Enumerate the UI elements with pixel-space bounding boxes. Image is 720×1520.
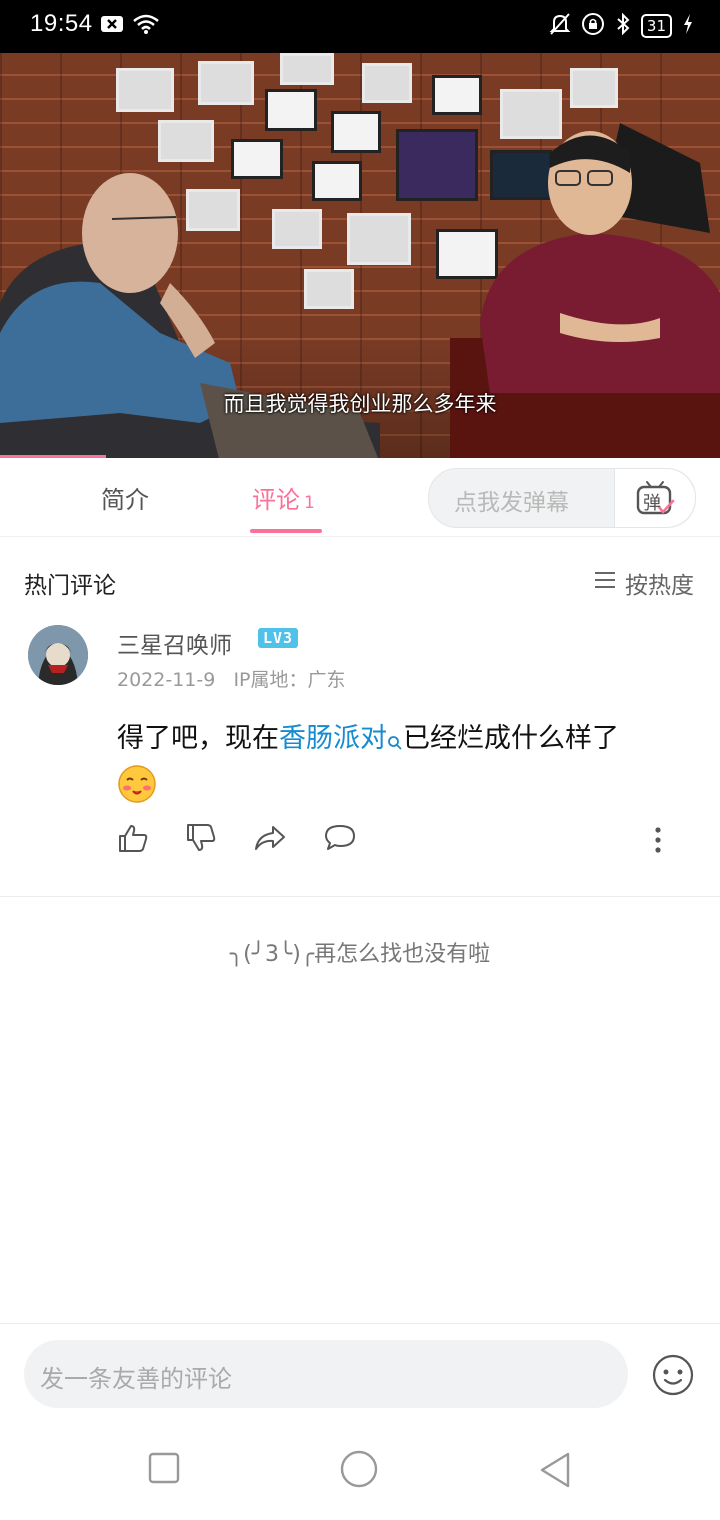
dislike-icon[interactable]: [185, 822, 217, 858]
video-subtitle: 而且我觉得我创业那么多年来: [223, 392, 497, 416]
avatar[interactable]: [28, 625, 88, 685]
comment-text-before: 得了吧，现在: [117, 723, 279, 754]
x-notification-icon: [100, 15, 124, 37]
status-time: 19:54: [30, 10, 93, 37]
system-navigation-bar: [0, 1424, 720, 1520]
tab-comments[interactable]: 评论 1: [252, 480, 315, 515]
danmaku-icon-char: 弹: [643, 493, 661, 514]
mute-bell-icon: [549, 12, 571, 40]
comment-username[interactable]: 三星召唤师: [117, 626, 232, 660]
comment-search-link[interactable]: 香肠派对: [279, 723, 387, 754]
comment-input-bar: 发一条友善的评论: [0, 1323, 720, 1424]
charging-icon: [682, 13, 694, 39]
danmaku-input[interactable]: 点我发弹幕 弹: [428, 468, 696, 528]
wall-photo: [158, 120, 214, 162]
tab-comments-label: 评论: [252, 486, 300, 514]
sort-label: 按热度: [625, 573, 694, 599]
home-icon[interactable]: [340, 1450, 378, 1492]
comment-content: 得了吧，现在香肠派对 已经烂成什么样了: [117, 718, 697, 817]
wall-photo: [362, 63, 412, 103]
wall-photo: [331, 111, 381, 153]
comment-date: 2022-11-9: [117, 669, 216, 691]
wall-photo: [280, 53, 334, 85]
recent-apps-icon[interactable]: [148, 1452, 180, 1488]
sort-lines-icon: [593, 570, 617, 596]
user-level-badge: LV3: [258, 628, 299, 648]
end-of-comments-text: ╮(╯3╰)╭再怎么找也没有啦: [229, 942, 491, 967]
wall-photo: [198, 61, 254, 105]
emoji-icon[interactable]: [652, 1354, 694, 1400]
active-tab-indicator: [250, 529, 322, 533]
search-icon[interactable]: [387, 722, 403, 764]
wifi-icon: [132, 13, 160, 39]
comment-input[interactable]: 发一条友善的评论: [24, 1340, 628, 1408]
more-options-icon[interactable]: [654, 826, 662, 858]
battery-icon: 31: [640, 14, 672, 38]
wall-photo: [265, 89, 317, 131]
comment-actions: [117, 822, 357, 858]
comment-text-after: 已经烂成什么样了: [403, 723, 619, 754]
blush-emoji-icon: [117, 764, 157, 817]
wall-photo: [432, 75, 482, 115]
tab-comments-count: 1: [304, 493, 315, 513]
status-bar: 19:54 31: [0, 0, 720, 53]
wall-photo: [570, 68, 618, 108]
lock-rotation-icon: [581, 12, 605, 40]
danmaku-placeholder: 点我发弹幕: [454, 490, 569, 516]
tab-intro[interactable]: 简介: [101, 480, 149, 515]
reply-icon[interactable]: [323, 822, 357, 858]
danmaku-tv-icon: 弹: [635, 479, 675, 517]
bluetooth-icon: [615, 12, 631, 40]
hot-comments-title: 热门评论: [24, 573, 116, 599]
comment-meta: 2022-11-9 IP属地：广东: [117, 665, 346, 692]
sort-button[interactable]: 按热度: [593, 566, 694, 600]
comment-input-placeholder: 发一条友善的评论: [40, 1365, 232, 1393]
danmaku-toggle-button[interactable]: 弹: [614, 469, 695, 527]
like-icon[interactable]: [117, 822, 149, 858]
share-icon[interactable]: [253, 822, 287, 858]
video-player[interactable]: 而且我觉得我创业那么多年来: [0, 53, 720, 458]
divider: [0, 896, 720, 897]
wall-poster: [396, 129, 478, 201]
tab-bar: 简介 评论 1 点我发弹幕 弹: [0, 458, 720, 537]
wall-photo: [116, 68, 174, 112]
back-icon[interactable]: [538, 1452, 572, 1492]
comment-ip-location: IP属地：广东: [233, 669, 346, 691]
